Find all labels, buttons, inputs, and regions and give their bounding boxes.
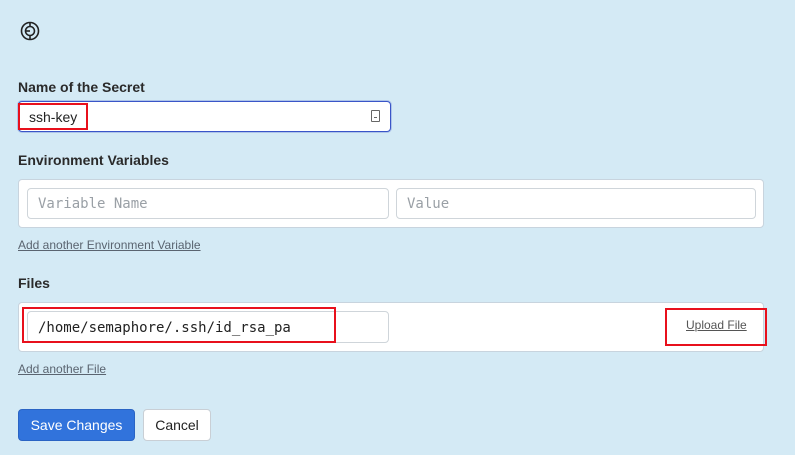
semaphore-logo-icon <box>20 21 40 41</box>
env-vars-label: Environment Variables <box>18 152 169 168</box>
password-manager-icon[interactable] <box>371 110 380 122</box>
secret-form-panel: Name of the Secret ssh-key Environment V… <box>0 0 795 455</box>
add-env-var-link[interactable]: Add another Environment Variable <box>18 238 201 252</box>
highlight-file-path <box>22 307 336 343</box>
add-file-link[interactable]: Add another File <box>18 362 106 376</box>
env-vars-box: Variable Name Value <box>18 179 764 228</box>
variable-name-input[interactable]: Variable Name <box>27 188 389 219</box>
save-changes-button[interactable]: Save Changes <box>18 409 135 441</box>
variable-value-input[interactable]: Value <box>396 188 756 219</box>
variable-name-placeholder: Variable Name <box>38 196 148 212</box>
variable-value-placeholder: Value <box>407 196 450 212</box>
highlight-secret-name <box>18 103 88 130</box>
highlight-upload-file <box>665 308 767 346</box>
cancel-button[interactable]: Cancel <box>143 409 211 441</box>
secret-name-label: Name of the Secret <box>18 79 145 95</box>
files-label: Files <box>18 275 50 291</box>
